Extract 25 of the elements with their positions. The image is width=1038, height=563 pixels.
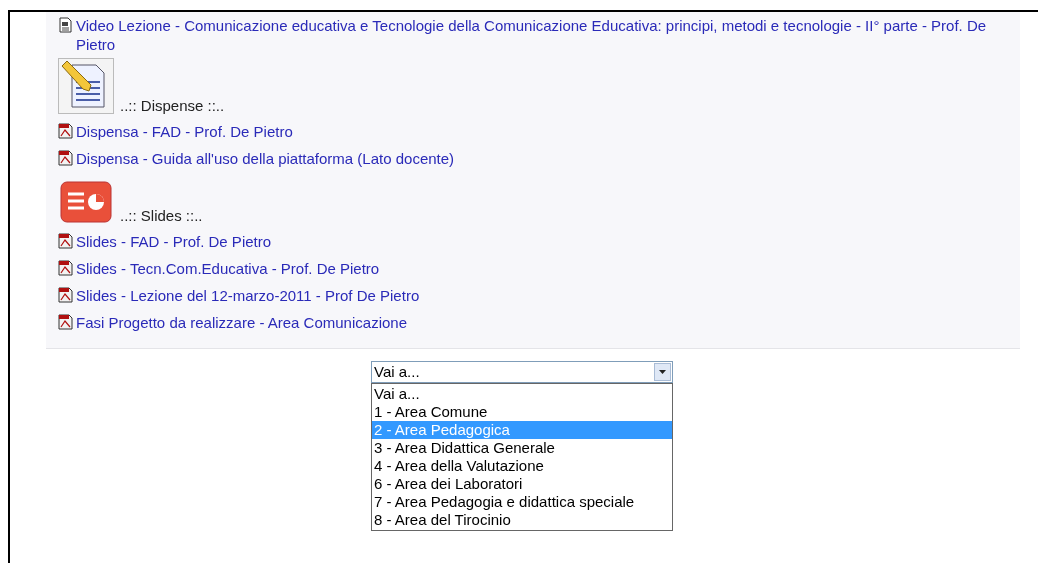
resource-link[interactable]: Slides - FAD - Prof. De Pietro bbox=[76, 232, 272, 251]
pdf-file-icon bbox=[58, 314, 73, 330]
dropdown-option[interactable]: 7 - Area Pedagogia e didattica speciale bbox=[372, 493, 672, 511]
pdf-file-icon bbox=[58, 123, 73, 139]
document-icon bbox=[58, 17, 73, 33]
section-label: ..:: Dispense ::.. bbox=[120, 98, 225, 114]
pdf-file-icon bbox=[58, 233, 73, 249]
dropdown-option[interactable]: 6 - Area dei Laboratori bbox=[372, 475, 672, 493]
resource-link[interactable]: Video Lezione - Comunicazione educativa e Tecnologie della Comunicazione Educativa: principi, metodi e tecnologie - II° parte - Prof. De Pietro bbox=[76, 16, 1000, 54]
pdf-file-icon bbox=[58, 260, 73, 276]
pdf-file-icon bbox=[58, 287, 73, 303]
resource-link[interactable]: Slides - Tecn.Com.Educativa - Prof. De Pietro bbox=[76, 259, 380, 278]
section-label: ..:: Slides ::.. bbox=[120, 208, 203, 224]
dropdown-option[interactable]: 1 - Area Comune bbox=[372, 403, 672, 421]
dropdown-option[interactable]: Vai a... bbox=[372, 385, 672, 403]
dropdown-option[interactable]: 4 - Area della Valutazione bbox=[372, 457, 672, 475]
resource-link[interactable]: Fasi Progetto da realizzare - Area Comunicazione bbox=[76, 313, 407, 332]
resource-link[interactable]: Slides - Lezione del 12-marzo-2011 - Prof De Pietro bbox=[76, 286, 420, 305]
dropdown-option[interactable]: 8 - Area del Tirocinio bbox=[372, 511, 672, 529]
pdf-file-icon bbox=[58, 150, 73, 166]
jump-dropdown[interactable]: Vai a... bbox=[371, 361, 673, 383]
resource-link[interactable]: Dispensa - FAD - Prof. De Pietro bbox=[76, 122, 293, 141]
resource-link[interactable]: Dispensa - Guida all'uso della piattaforma (Lato docente) bbox=[76, 149, 455, 168]
notepad-pencil-icon bbox=[58, 58, 114, 114]
dropdown-option[interactable]: 3 - Area Didattica Generale bbox=[372, 439, 672, 457]
